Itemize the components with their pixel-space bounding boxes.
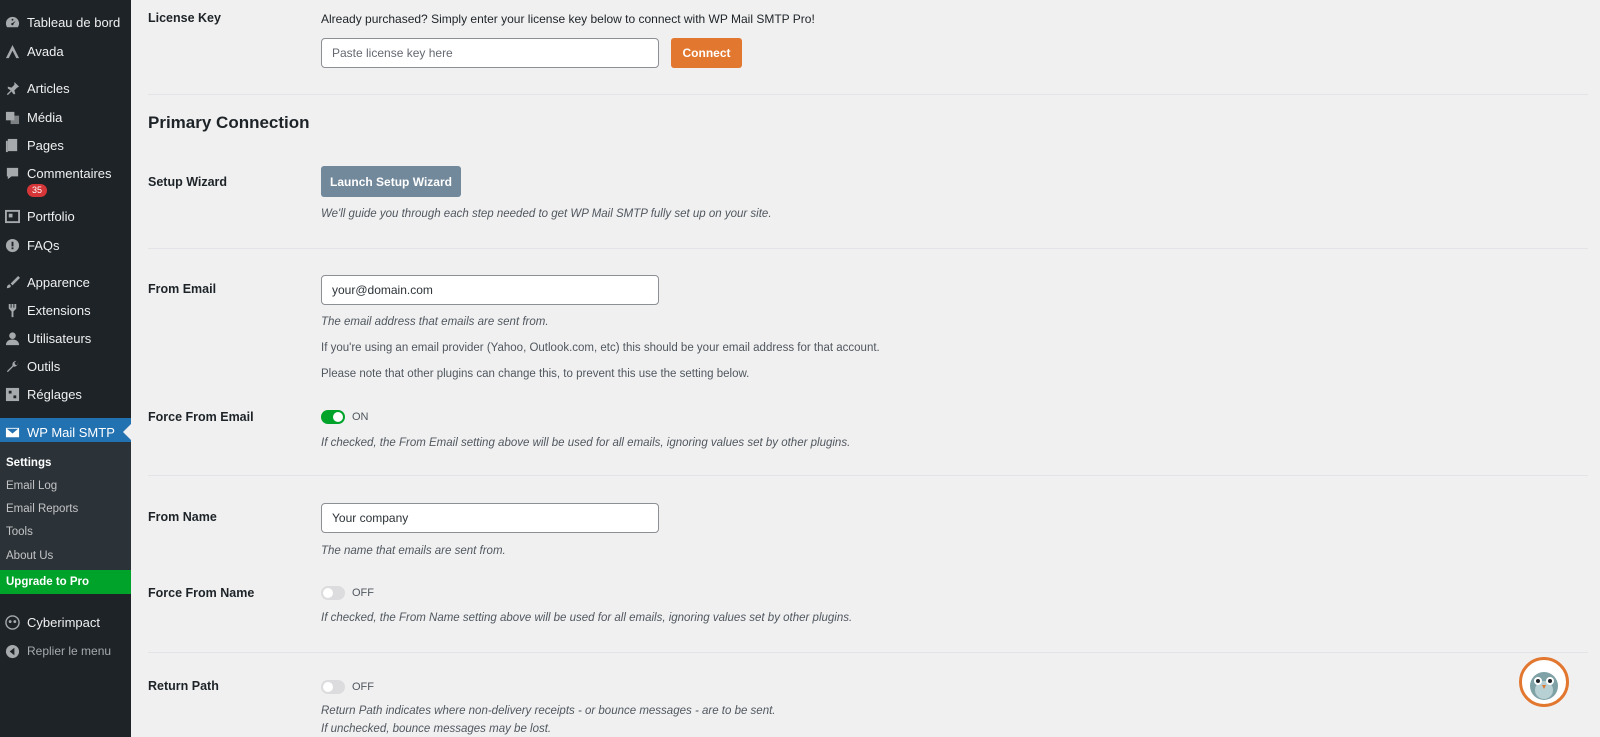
settings-main: License Key Already purchased? Simply en… xyxy=(131,0,1600,737)
menu-item-avada[interactable]: Avada xyxy=(0,37,131,65)
menu-item-settings[interactable]: Réglages xyxy=(0,380,131,408)
license-key-input[interactable] xyxy=(321,38,659,68)
divider xyxy=(148,248,1588,249)
return-path-description: If unchecked, bounce messages may be los… xyxy=(321,723,552,735)
section-title: Primary Connection xyxy=(148,113,310,132)
menu-item-comments[interactable]: Commentaires xyxy=(0,159,131,187)
menu-label: Commentaires xyxy=(27,165,112,181)
force-from-email-description: If checked, the From Email setting above… xyxy=(321,437,851,449)
menu-item-media[interactable]: Média xyxy=(0,103,131,131)
license-key-label: License Key xyxy=(148,11,221,25)
menu-label: Apparence xyxy=(27,274,90,290)
submenu-settings[interactable]: Settings xyxy=(6,457,51,469)
brush-icon xyxy=(4,274,20,290)
from-name-description: The name that emails are sent from. xyxy=(321,545,506,557)
toggle-state-label: OFF xyxy=(352,681,374,693)
menu-item-appearance[interactable]: Apparence xyxy=(0,268,131,296)
force-from-email-toggle[interactable] xyxy=(321,410,345,424)
menu-label: Outils xyxy=(27,358,61,374)
connect-button[interactable]: Connect xyxy=(671,38,742,68)
from-email-input[interactable] xyxy=(321,275,659,305)
menu-label: Média xyxy=(27,109,63,125)
submenu-about-us[interactable]: About Us xyxy=(6,550,53,562)
pigeon-mascot-icon xyxy=(1530,672,1558,700)
divider xyxy=(148,652,1588,653)
mail-icon xyxy=(4,424,20,440)
menu-item-dashboard[interactable]: Tableau de bord xyxy=(0,8,131,36)
return-path-description: Return Path indicates where non-delivery… xyxy=(321,705,776,717)
menu-item-articles[interactable]: Articles xyxy=(0,74,131,102)
menu-label: Replier le menu xyxy=(27,644,112,658)
wrench-icon xyxy=(4,358,20,374)
submenu-tools[interactable]: Tools xyxy=(6,526,33,538)
info-icon xyxy=(4,237,20,253)
setup-wizard-label: Setup Wizard xyxy=(148,175,228,189)
force-from-email-label: Force From Email xyxy=(148,410,254,424)
comments-count-badge: 35 xyxy=(27,184,48,197)
from-email-note: Please note that other plugins can chang… xyxy=(321,368,750,380)
menu-label: Pages xyxy=(27,137,64,153)
menu-label: Cyberimpact xyxy=(27,614,100,630)
menu-item-users[interactable]: Utilisateurs xyxy=(0,324,131,352)
help-mascot-button[interactable] xyxy=(1519,657,1569,707)
force-from-name-description: If checked, the From Name setting above … xyxy=(321,612,853,624)
from-email-note: If you're using an email provider (Yahoo… xyxy=(321,342,880,354)
submenu-email-reports[interactable]: Email Reports xyxy=(6,503,78,515)
from-email-label: From Email xyxy=(148,282,217,296)
pages-icon xyxy=(4,137,20,153)
admin-sidebar: Tableau de bord Avada Articles Média Pag… xyxy=(0,0,131,737)
menu-label: Tableau de bord xyxy=(27,14,121,30)
menu-label: Réglages xyxy=(27,386,82,402)
from-name-label: From Name xyxy=(148,510,217,524)
license-intro-text: Already purchased? Simply enter your lic… xyxy=(321,12,815,26)
menu-item-faqs[interactable]: FAQs xyxy=(0,231,131,259)
settings-icon xyxy=(4,386,20,402)
menu-label: Articles xyxy=(27,80,70,96)
collapse-icon xyxy=(4,643,20,659)
submenu-email-log[interactable]: Email Log xyxy=(6,480,57,492)
toggle-state-label: ON xyxy=(352,411,369,423)
from-name-input[interactable] xyxy=(321,503,659,533)
toggle-state-label: OFF xyxy=(352,587,374,599)
menu-item-tools[interactable]: Outils xyxy=(0,352,131,380)
collapse-menu-button[interactable]: Replier le menu xyxy=(0,637,131,665)
setup-wizard-description: We'll guide you through each step needed… xyxy=(321,208,772,220)
menu-label: WP Mail SMTP xyxy=(27,424,115,440)
menu-label: Utilisateurs xyxy=(27,330,92,346)
media-icon xyxy=(4,109,20,125)
launch-setup-wizard-button[interactable]: Launch Setup Wizard xyxy=(321,166,461,197)
pin-icon xyxy=(4,80,20,96)
divider xyxy=(148,475,1588,476)
dashboard-icon xyxy=(4,14,20,30)
user-icon xyxy=(4,330,20,346)
menu-label: FAQs xyxy=(27,237,60,253)
comment-icon xyxy=(4,165,20,181)
portfolio-icon xyxy=(4,208,20,224)
menu-item-cyberimpact[interactable]: Cyberimpact xyxy=(0,608,131,636)
avada-icon xyxy=(4,43,20,59)
plugin-icon xyxy=(4,302,20,318)
menu-item-pages[interactable]: Pages xyxy=(0,131,131,159)
return-path-toggle[interactable] xyxy=(321,680,345,694)
return-path-label: Return Path xyxy=(148,679,219,693)
upgrade-to-pro-link[interactable]: Upgrade to Pro xyxy=(0,570,131,594)
force-from-name-label: Force From Name xyxy=(148,586,255,600)
cyberimpact-icon xyxy=(4,614,20,630)
menu-item-portfolio[interactable]: Portfolio xyxy=(0,202,131,230)
divider xyxy=(148,94,1588,95)
menu-label: Avada xyxy=(27,43,64,59)
menu-item-extensions[interactable]: Extensions xyxy=(0,296,131,324)
force-from-name-toggle[interactable] xyxy=(321,586,345,600)
menu-label: Extensions xyxy=(27,302,91,318)
from-email-description: The email address that emails are sent f… xyxy=(321,316,549,328)
menu-label: Portfolio xyxy=(27,208,75,224)
